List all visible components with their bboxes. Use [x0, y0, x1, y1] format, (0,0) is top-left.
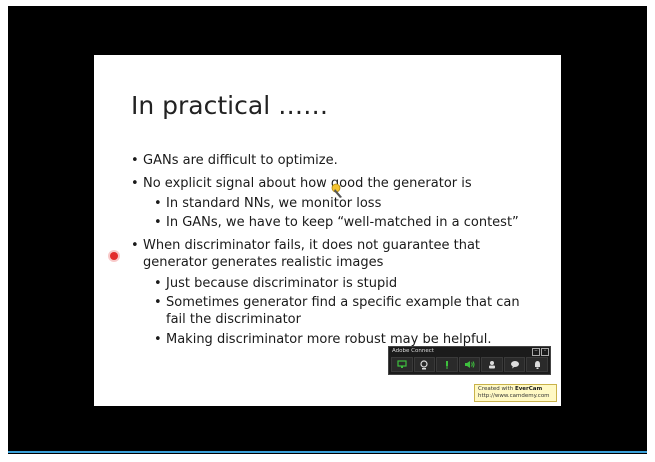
notification-icon[interactable]: [526, 357, 549, 372]
bullet-text: GANs are difficult to optimize.: [143, 153, 338, 168]
bullet-item: • When discriminator fails, it does not …: [131, 238, 481, 270]
pen-cursor-icon: [331, 183, 342, 198]
bullet-text: Just because discriminator is stupid: [166, 276, 398, 291]
adobe-connect-toolbar[interactable]: Adobe Connect – ▫: [388, 346, 551, 375]
bullet-text: In GANs, we have to keep “well-matched i…: [166, 215, 519, 230]
attendees-icon[interactable]: [481, 357, 503, 372]
bullet-text: No explicit signal about how good the ge…: [143, 176, 472, 191]
minimize-icon[interactable]: –: [532, 348, 540, 356]
bullet-text: When discriminator fails, it does not gu…: [143, 238, 481, 253]
laser-pointer-icon: [110, 252, 118, 260]
bullet-text-continued: fail the discriminator: [166, 312, 301, 327]
restore-icon[interactable]: ▫: [541, 348, 549, 356]
chat-icon[interactable]: [503, 357, 526, 372]
sub-bullet-item: • Sometimes generator find a specific ex…: [154, 295, 520, 327]
microphone-icon[interactable]: [436, 357, 458, 372]
bullet-text: Sometimes generator find a specific exam…: [166, 295, 520, 310]
slide-title: In practical ……: [131, 91, 329, 120]
speaker-icon[interactable]: [458, 357, 481, 372]
toolbar-icons: [391, 357, 549, 372]
bullet-text: Making discriminator more robust may be …: [166, 332, 492, 347]
toolbar-title: Adobe Connect: [392, 348, 434, 354]
watermark-created-with: Created with: [478, 386, 514, 392]
presentation-viewer: In practical …… • GANs are difficult to …: [0, 0, 655, 462]
sub-bullet-item: • In GANs, we have to keep “well-matched…: [154, 215, 519, 230]
share-screen-icon[interactable]: [391, 357, 413, 372]
sub-bullet-item: • In standard NNs, we monitor loss: [154, 196, 382, 211]
webcam-icon[interactable]: [413, 357, 436, 372]
bullet-text: In standard NNs, we monitor loss: [166, 196, 382, 211]
sub-bullet-item: • Just because discriminator is stupid: [154, 276, 398, 291]
evercam-watermark: Created with EverCam http://www.camdemy.…: [474, 384, 557, 402]
watermark-brand: EverCam: [514, 386, 543, 392]
progress-line: [8, 451, 647, 453]
watermark-url: http://www.camdemy.com: [478, 393, 550, 399]
bullet-item: • No explicit signal about how good the …: [131, 176, 472, 191]
bullet-item: • GANs are difficult to optimize.: [131, 153, 338, 168]
bullet-text-continued: generator generates realistic images: [143, 255, 384, 270]
